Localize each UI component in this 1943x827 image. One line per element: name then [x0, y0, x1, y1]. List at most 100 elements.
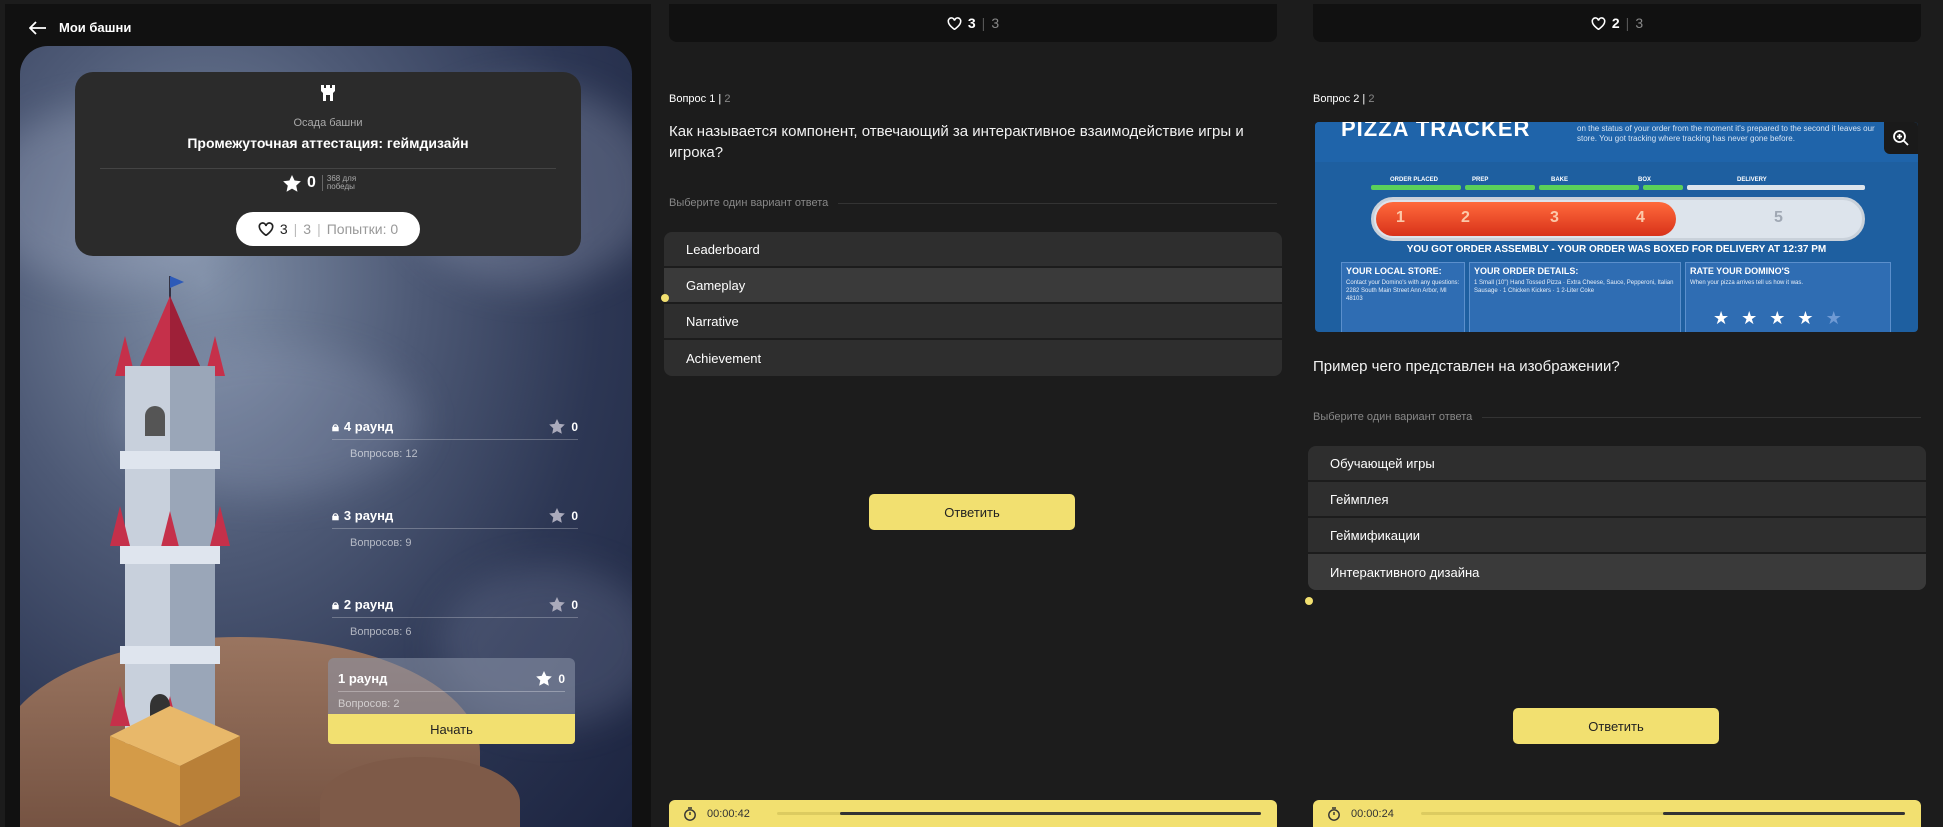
panel-title: RATE YOUR DOMINO'S [1690, 266, 1790, 276]
quiz1-question-number: Вопрос 1 | 2 [669, 93, 731, 105]
pizza-tracker-bar: 1 2 3 4 5 [1371, 197, 1865, 241]
round-title: 2 раунд [343, 597, 394, 612]
quiz2-qnum: Вопрос 2 [1313, 93, 1360, 105]
quiz1-lives-current: 3 [967, 15, 976, 31]
quiz2-choose-label: Выберите один вариант ответа [1313, 411, 1921, 423]
panel-title: YOUR ORDER DETAILS: [1474, 266, 1579, 276]
zoom-in-icon [1893, 130, 1909, 146]
round-2[interactable]: 🔒︎ 2 раунд 0 Вопросов: 6 [332, 592, 578, 638]
divider [100, 168, 556, 169]
stage-label: BAKE [1551, 177, 1569, 183]
star-icon [283, 174, 301, 192]
quiz2-timer-value: 00:00:24 [1351, 807, 1394, 820]
panel-text: When your pizza arrives tell us how it w… [1690, 280, 1804, 286]
quiz1-lives-max: 3 [991, 15, 1000, 31]
image-banner: YOU GOT ORDER ASSEMBLY - YOUR ORDER WAS … [1406, 244, 1827, 255]
star-icon [549, 508, 566, 523]
round-stars: 0 [558, 671, 565, 686]
heart-icon [258, 222, 274, 236]
quiz2-lives-max: 3 [1635, 15, 1644, 31]
round-3[interactable]: 🔒︎ 3 раунд 0 Вопросов: 9 [332, 503, 578, 549]
quiz1-question: Как называется компонент, отвечающий за … [669, 123, 1244, 161]
quiz1-option-narrative[interactable]: Narrative [664, 304, 1282, 340]
quiz1-qtotal: 2 [724, 93, 731, 105]
tower-subtitle: Осада башни [293, 117, 363, 129]
stopwatch-icon [1328, 806, 1340, 821]
score-value: 0 [307, 174, 316, 191]
quiz1-option-gameplay[interactable]: Gameplay [664, 268, 1282, 304]
quiz2-option-interactive-design[interactable]: Интерактивного дизайна [1308, 554, 1926, 590]
quiz2-answer-button[interactable]: Ответить [1513, 708, 1719, 744]
quiz2-lives-current: 2 [1611, 15, 1620, 31]
quiz1-option-leaderboard[interactable]: Leaderboard [664, 232, 1282, 268]
zoom-button[interactable] [1884, 122, 1918, 154]
quiz1-selected-dot [661, 294, 669, 302]
quiz1-lives-bar: 3 | 3 [669, 4, 1277, 42]
score-row: 0 368 для победы [283, 174, 362, 192]
quiz2-options: Обучающей игры Геймплея Геймификации Инт… [1308, 446, 1926, 590]
stage-label: BOX [1638, 177, 1652, 183]
quiz2-qtotal: 2 [1368, 93, 1375, 105]
panel-text: Contact your Domino's with any questions… [1346, 280, 1460, 302]
round-questions: Вопросов: 6 [350, 626, 412, 638]
stage-number: 5 [1774, 209, 1783, 226]
heart-icon [1591, 16, 1606, 30]
lives-attempts-pill: 3 | 3 | Попытки: 0 [236, 212, 420, 246]
quiz2-option-learning-game[interactable]: Обучающей игры [1308, 446, 1926, 482]
quiz1-choose-label: Выберите один вариант ответа [669, 197, 1277, 209]
image-panel-order: YOUR ORDER DETAILS: 1 Small (10") Hand T… [1469, 262, 1681, 332]
start-button[interactable]: Начать [328, 714, 575, 744]
star-icon [549, 597, 566, 612]
tower-illustration [110, 276, 240, 826]
quiz1-answer-button[interactable]: Ответить [869, 494, 1075, 530]
image-brand: PIZZA TRACKER [1341, 122, 1531, 141]
question-image: PIZZA TRACKER on the status of your orde… [1315, 122, 1918, 332]
stopwatch-icon [684, 806, 696, 821]
quiz1-timer-progress [840, 812, 1261, 815]
round-title: 1 раунд [338, 671, 388, 686]
lock-icon: 🔒︎ [332, 418, 339, 434]
quiz2-timer: 00:00:24 [1313, 800, 1921, 827]
star-icon [536, 671, 553, 686]
tower-title: Промежуточная аттестация: геймдизайн [187, 135, 469, 151]
quiz1-qnum: Вопрос 1 [669, 93, 716, 105]
quiz2-option-gamification[interactable]: Геймификации [1308, 518, 1926, 554]
quiz1-timer-value: 00:00:42 [707, 807, 750, 820]
star-icon [549, 419, 566, 434]
round-questions: Вопросов: 2 [338, 698, 400, 710]
back-link[interactable]: Мои башни [29, 20, 131, 35]
quiz2-timer-progress [1663, 812, 1905, 815]
stage-number: 3 [1550, 209, 1559, 226]
quiz1-choose-text: Выберите один вариант ответа [669, 197, 829, 209]
quiz2-lives-bar: 2 | 3 [1313, 4, 1921, 42]
quiz1-option-achievement[interactable]: Achievement [664, 340, 1282, 376]
round-stars: 0 [571, 419, 578, 434]
round-title: 4 раунд [343, 419, 394, 434]
stage-label: DELIVERY [1737, 177, 1767, 183]
round-questions: Вопросов: 12 [350, 448, 418, 460]
lock-icon: 🔒︎ [332, 596, 339, 612]
stage-number: 2 [1461, 209, 1470, 226]
panel-text: 1 Small (10") Hand Tossed Pizza · Extra … [1474, 280, 1674, 294]
round-4[interactable]: 🔒︎ 4 раунд 0 Вопросов: 12 [332, 414, 578, 460]
tower-icon [321, 85, 335, 101]
quiz1-options: Leaderboard Gameplay Narrative Achieveme… [664, 232, 1282, 376]
lock-icon: 🔒︎ [332, 507, 339, 523]
quiz1-timer: 00:00:42 [669, 800, 1277, 827]
image-panel-store: YOUR LOCAL STORE: Contact your Domino's … [1341, 262, 1465, 332]
round-questions: Вопросов: 9 [350, 537, 412, 549]
quiz2-question-number: Вопрос 2 | 2 [1313, 93, 1375, 105]
attempts: Попытки: 0 [326, 221, 399, 237]
lives-max: 3 [303, 221, 312, 237]
quiz2-option-gameplay[interactable]: Геймплея [1308, 482, 1926, 518]
score-label: 368 для победы [321, 175, 362, 191]
panel-title: YOUR LOCAL STORE: [1346, 266, 1442, 276]
rating-stars: ★ ★ ★ ★ ★ [1713, 308, 1842, 328]
quiz2-question: Пример чего представлен на изображении? [1313, 358, 1620, 375]
quiz2-selected-dot [1305, 597, 1313, 605]
round-stars: 0 [571, 597, 578, 612]
arrow-left-icon [29, 20, 46, 35]
round-title: 3 раунд [343, 508, 394, 523]
round-1[interactable]: 1 раунд 0 Вопросов: 2 [328, 658, 575, 718]
stage-number: 4 [1636, 209, 1645, 226]
